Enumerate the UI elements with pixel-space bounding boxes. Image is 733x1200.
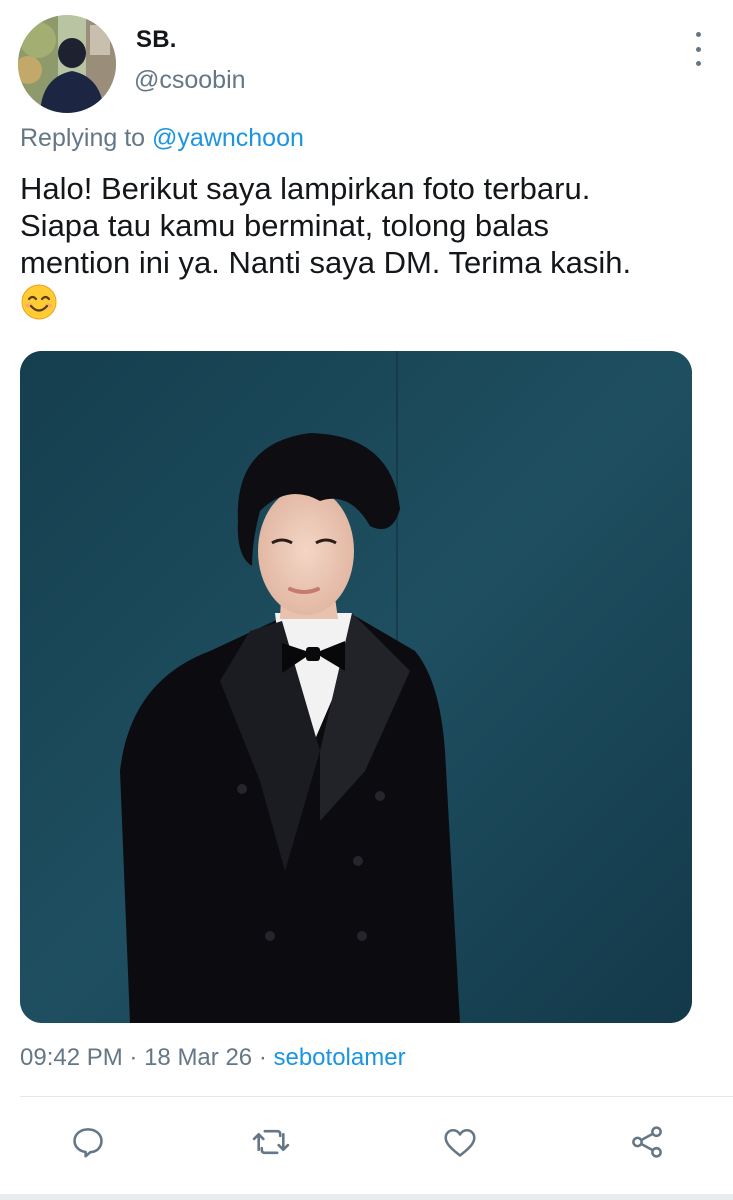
reply-icon — [73, 1128, 103, 1158]
avatar-image — [18, 15, 116, 113]
like-icon — [444, 1129, 476, 1157]
replying-to-label: Replying to — [20, 124, 146, 152]
meta-separator: · — [129, 1044, 138, 1071]
smiling-face-emoji-icon — [20, 283, 58, 321]
avatar[interactable] — [18, 15, 116, 113]
like-button[interactable] — [438, 1120, 482, 1164]
photo-image — [20, 351, 692, 1023]
replying-to: Replying to @yawnchoon — [20, 124, 304, 153]
divider — [20, 1096, 733, 1097]
more-dot — [695, 61, 701, 66]
tweet-detail: SB. @csoobin Replying to @yawnchoon Halo… — [0, 0, 733, 1200]
reply-button[interactable] — [66, 1120, 110, 1164]
tweet-time: 09:42 PM — [20, 1044, 123, 1071]
tweet-text: Halo! Berikut saya lampirkan foto terbar… — [20, 170, 720, 329]
share-button[interactable] — [625, 1120, 669, 1164]
more-dot — [695, 32, 701, 37]
tweet-text-line: Siapa tau kamu berminat, tolong balas — [20, 208, 550, 243]
display-name[interactable]: SB. — [136, 26, 177, 54]
tweet-text-line: Halo! Berikut saya lampirkan foto terbar… — [20, 171, 591, 206]
tweet-meta: 09:42 PM · 18 Mar 26 · sebotolamer — [20, 1044, 406, 1072]
more-dot — [695, 46, 701, 52]
reply-mention-link[interactable]: @yawnchoon — [152, 124, 304, 152]
meta-separator: · — [258, 1044, 267, 1071]
tweet-actions — [0, 1110, 733, 1174]
bottom-divider — [0, 1194, 733, 1200]
tweet-photo[interactable] — [20, 351, 692, 1023]
tweet-text-line: mention ini ya. Nanti saya DM. Terima ka… — [20, 245, 632, 280]
retweet-button[interactable] — [249, 1120, 293, 1164]
share-icon — [632, 1126, 662, 1158]
user-handle[interactable]: @csoobin — [134, 66, 246, 95]
tweet-date: 18 Mar 26 — [144, 1044, 253, 1071]
retweet-icon — [252, 1129, 290, 1155]
tweet-source-link[interactable]: sebotolamer — [273, 1044, 405, 1071]
more-options-icon[interactable] — [683, 32, 713, 66]
